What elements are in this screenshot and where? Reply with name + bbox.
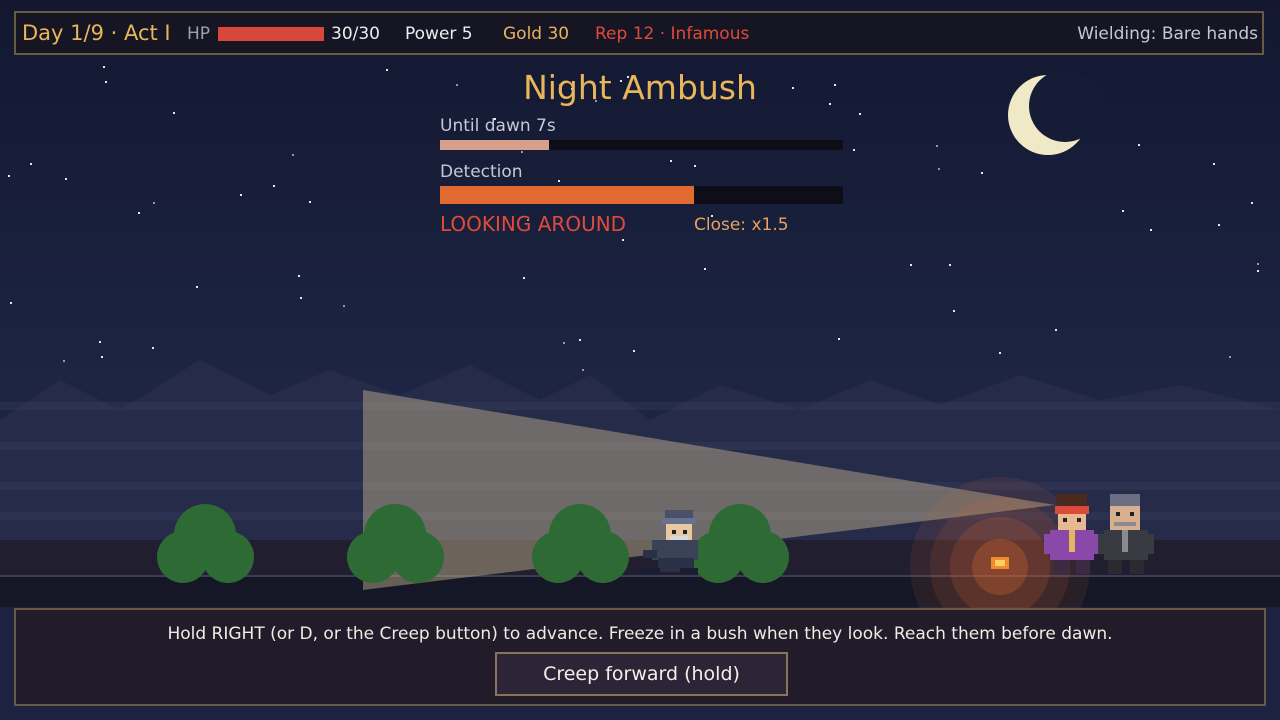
star [1218, 224, 1220, 226]
detection-label: Detection [440, 162, 523, 182]
star [10, 302, 12, 304]
bush-icon [692, 504, 789, 583]
dawn-timer-fill [440, 140, 549, 150]
star [1055, 329, 1057, 331]
bush-icon [347, 504, 444, 583]
detection-meter [440, 186, 843, 204]
star [694, 165, 696, 167]
instruction-text: Hold RIGHT (or D, or the Creep button) t… [167, 624, 1113, 644]
bush-icon [532, 504, 629, 583]
status-bar: Day 1/9 · Act I HP 30/30 Power 5 Gold 30… [14, 11, 1264, 55]
star [153, 202, 155, 204]
star [343, 305, 345, 307]
star [240, 194, 242, 196]
star [1150, 229, 1152, 231]
star [65, 178, 67, 180]
star [63, 360, 65, 362]
star [1257, 263, 1259, 265]
star [999, 352, 1001, 354]
detection-fill [440, 186, 694, 204]
star [838, 338, 840, 340]
star [1257, 270, 1259, 272]
wielding-status: Wielding: Bare hands [1077, 24, 1258, 44]
star [1122, 210, 1124, 212]
star [173, 112, 175, 114]
star [152, 347, 154, 349]
star [298, 275, 300, 277]
star [523, 277, 525, 279]
star [99, 341, 101, 343]
guard-status: LOOKING AROUND [440, 212, 627, 236]
instruction-panel: Hold RIGHT (or D, or the Creep button) t… [14, 608, 1266, 706]
player-thief-icon [640, 510, 698, 574]
reputation-stat: Rep 12 · Infamous [595, 24, 750, 44]
creep-forward-button[interactable]: Creep forward (hold) [495, 652, 788, 696]
star [938, 168, 940, 170]
star [936, 145, 938, 147]
star [704, 268, 706, 270]
star [292, 154, 294, 156]
dawn-timer-bar [440, 140, 843, 150]
star [670, 160, 672, 162]
ground [0, 540, 1280, 576]
star [582, 369, 584, 371]
star [949, 264, 951, 266]
star [8, 175, 10, 177]
star [30, 163, 32, 165]
star [981, 172, 983, 174]
star [558, 180, 560, 182]
hp-value: 30/30 [331, 24, 380, 44]
dawn-timer-label: Until dawn 7s [440, 116, 556, 136]
star [1251, 202, 1253, 204]
star [138, 212, 140, 214]
star [859, 113, 861, 115]
star [579, 339, 581, 341]
star [300, 297, 302, 299]
star [633, 350, 635, 352]
star [622, 239, 624, 241]
hp-bar [218, 27, 324, 41]
star [910, 264, 912, 266]
star [1229, 356, 1231, 358]
power-stat: Power 5 [405, 24, 473, 44]
star [101, 356, 103, 358]
star [196, 286, 198, 288]
guard-vision-cone [363, 390, 1055, 590]
star [273, 185, 275, 187]
star [309, 201, 311, 203]
star [563, 342, 565, 344]
star [521, 151, 523, 153]
bandit-grey-icon [1098, 494, 1154, 574]
mist-bands [0, 402, 1280, 520]
gold-stat: Gold 30 [503, 24, 570, 44]
star [1138, 144, 1140, 146]
star [1213, 163, 1215, 165]
day-counter: Day 1/9 · Act I [22, 21, 171, 45]
bandit-purple-icon [1044, 494, 1100, 574]
proximity-multiplier: Close: x1.5 [694, 215, 789, 235]
star [953, 310, 955, 312]
hp-label: HP [187, 24, 211, 44]
encounter-title: Night Ambush [523, 68, 757, 107]
bush-icon [157, 504, 254, 583]
star [853, 149, 855, 151]
